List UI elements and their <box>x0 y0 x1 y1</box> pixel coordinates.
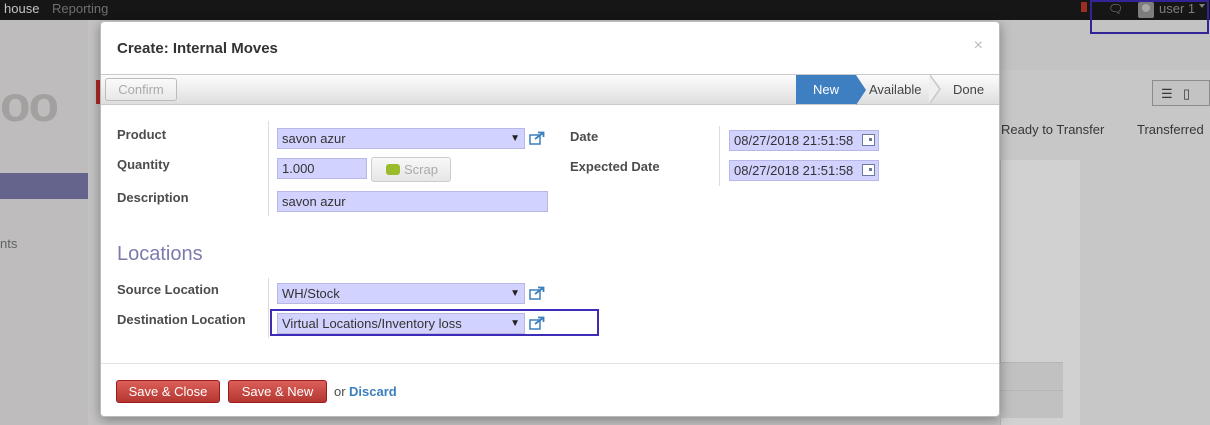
product-value: savon azur <box>282 131 346 146</box>
scrap-label: Scrap <box>404 162 438 177</box>
calendar-icon[interactable] <box>862 134 875 146</box>
stage-available[interactable]: Available <box>869 75 922 104</box>
date-input[interactable]: 08/27/2018 21:51:58 <box>729 130 879 151</box>
close-icon[interactable]: × <box>974 37 983 55</box>
date-value: 08/27/2018 21:51:58 <box>734 133 854 148</box>
dialog-title: Create: Internal Moves <box>117 40 278 57</box>
stage-done[interactable]: Done <box>953 75 984 104</box>
dropdown-caret-icon[interactable]: ▼ <box>510 129 520 148</box>
locations-section-title: Locations <box>117 243 203 265</box>
expected-date-label: Expected Date <box>570 159 660 174</box>
scrap-icon <box>386 164 400 175</box>
column-divider <box>268 121 269 216</box>
description-label: Description <box>117 190 189 205</box>
save-new-button[interactable]: Save & New <box>228 380 327 403</box>
source-location-label: Source Location <box>117 282 219 297</box>
source-location-select[interactable]: WH/Stock ▼ <box>277 283 525 304</box>
destination-location-highlight <box>270 309 599 336</box>
source-location-value: WH/Stock <box>282 286 340 301</box>
stage-new[interactable]: New <box>796 75 866 105</box>
dialog-footer: Save & Close Save & New or Discard <box>101 363 999 417</box>
external-link-icon[interactable] <box>529 131 545 145</box>
expected-date-input[interactable]: 08/27/2018 21:51:58 <box>729 160 879 181</box>
column-divider <box>719 126 720 186</box>
stage-separator <box>929 74 942 104</box>
dropdown-caret-icon[interactable]: ▼ <box>510 284 520 303</box>
footer-or-text: or <box>334 384 346 399</box>
confirm-button[interactable]: Confirm <box>105 78 177 101</box>
quantity-label: Quantity <box>117 157 170 172</box>
scrap-button[interactable]: Scrap <box>371 157 451 182</box>
destination-location-label: Destination Location <box>117 312 246 327</box>
dialog-header: Create: Internal Moves × <box>101 22 999 74</box>
product-label: Product <box>117 127 167 142</box>
create-internal-moves-dialog: Create: Internal Moves × Confirm New Ava… <box>100 21 1000 417</box>
description-input[interactable]: savon azur <box>277 191 548 212</box>
expected-date-value: 08/27/2018 21:51:58 <box>734 163 854 178</box>
status-bar: Confirm New Available Done <box>101 74 999 105</box>
product-select[interactable]: savon azur ▼ <box>277 128 525 149</box>
external-link-icon[interactable] <box>529 286 545 300</box>
discard-link[interactable]: Discard <box>349 384 397 399</box>
quantity-input[interactable]: 1.000 <box>277 158 367 179</box>
column-divider <box>268 278 269 338</box>
date-label: Date <box>570 129 599 144</box>
save-close-button[interactable]: Save & Close <box>116 380 220 403</box>
calendar-icon[interactable] <box>862 164 875 176</box>
